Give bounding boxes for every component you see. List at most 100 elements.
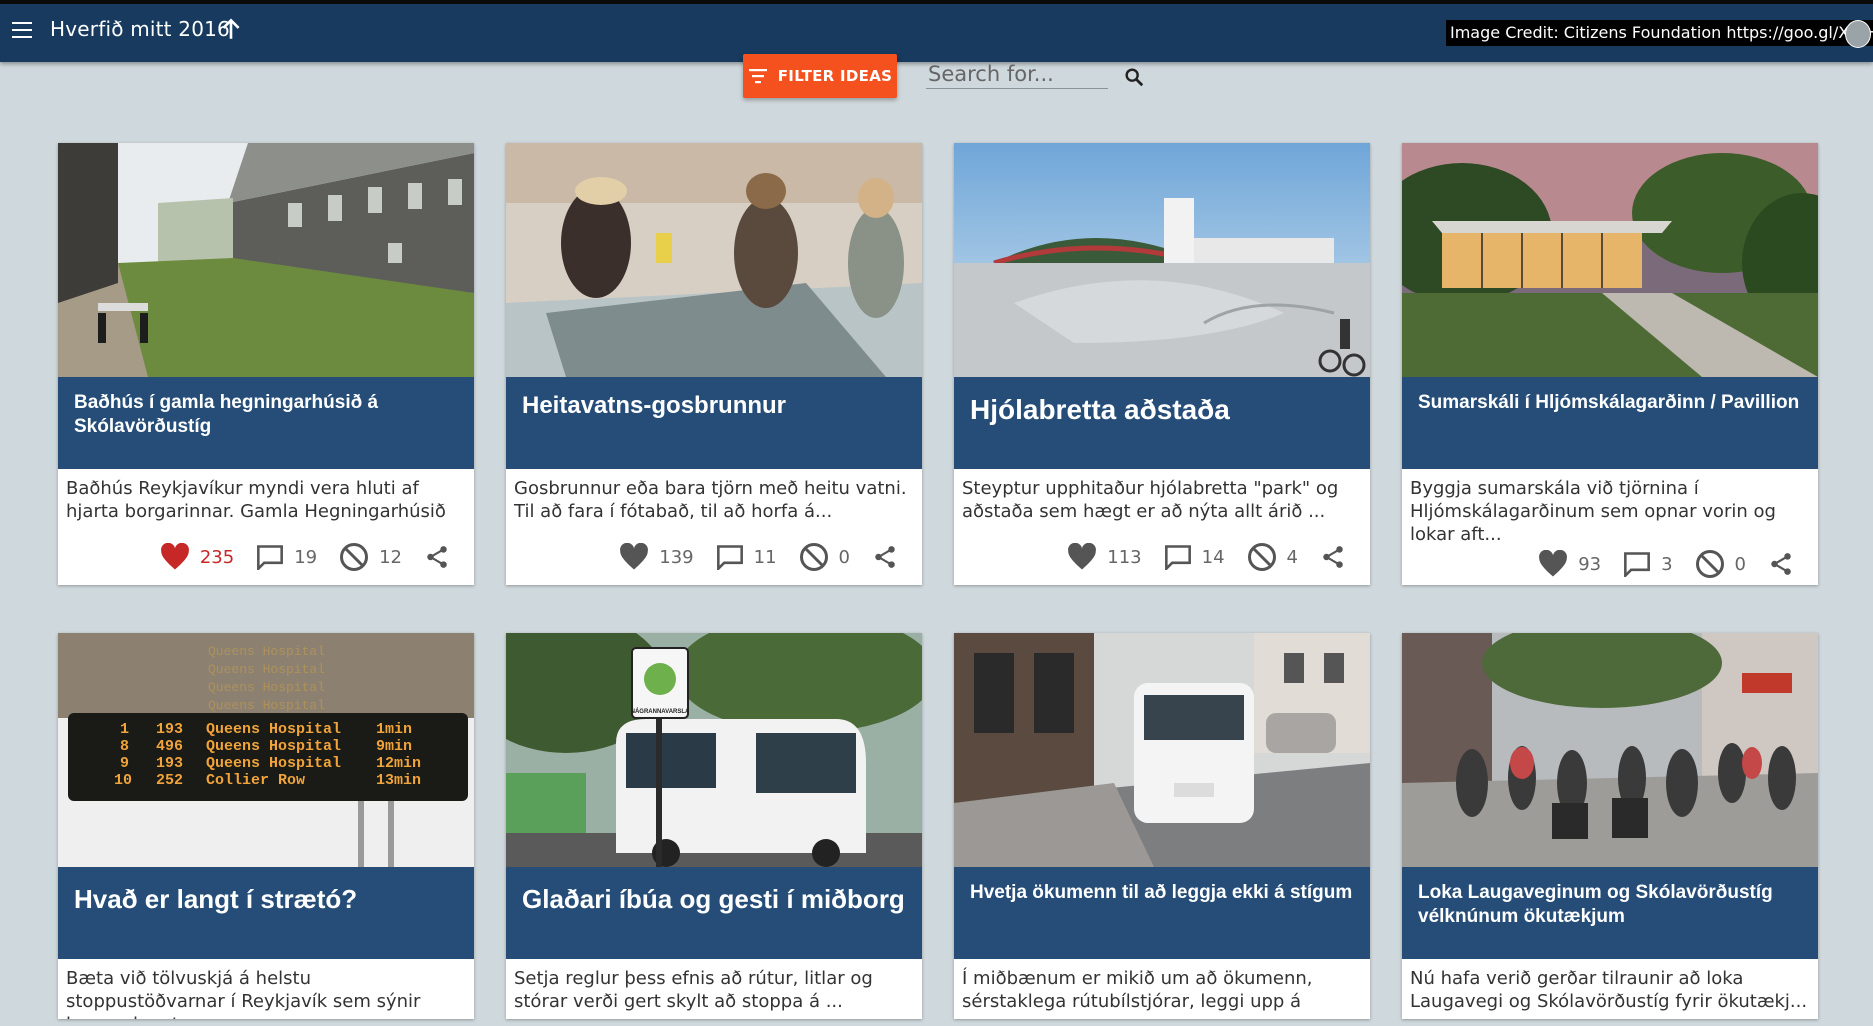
share-icon (875, 546, 895, 568)
menu-icon[interactable] (12, 22, 32, 38)
idea-title: Baðhús í gamla hegningarhúsið á Skólavör… (58, 377, 474, 469)
idea-card[interactable]: Sumarskáli í Hljómskálagarðinn / Pavilli… (1402, 143, 1818, 585)
idea-title: Hvetja ökumenn til að leggja ekki á stíg… (954, 867, 1370, 959)
svg-text:Queens Hospital: Queens Hospital (208, 644, 325, 659)
like-button[interactable]: 93 (1538, 550, 1601, 578)
share-button[interactable] (872, 544, 898, 570)
share-button[interactable] (1768, 551, 1794, 577)
svg-text:Queens Hospital: Queens Hospital (208, 680, 325, 695)
idea-card[interactable]: Loka Laugaveginum og Skólavörðustíg vélk… (1402, 633, 1818, 1019)
idea-card[interactable]: Heitavatns-gosbrunnur Gosbrunnur eða bar… (506, 143, 922, 585)
block-icon (1695, 550, 1724, 578)
idea-title: Hjólabretta aðstaða (954, 377, 1370, 469)
idea-card[interactable]: Queens Hospital Queens Hospital Queens Ho… (58, 633, 474, 1019)
idea-image: Queens Hospital Queens Hospital Queens Ho… (58, 633, 474, 867)
idea-description: Í miðbænum er mikið um að ökumenn, sérst… (962, 968, 1313, 1019)
idea-title: Hvað er langt í strætó? (58, 867, 474, 959)
filter-ideas-button[interactable]: FILTER IDEAS (743, 54, 897, 98)
dislike-button[interactable]: 0 (1695, 549, 1746, 579)
search-field (926, 60, 1112, 89)
bus-row-num: 10 (114, 772, 132, 789)
bus-row-num: 1 (120, 721, 129, 738)
bus-row-dest: Collier Row (206, 772, 305, 789)
like-count: 139 (659, 546, 694, 568)
bus-row-time: 9min (376, 738, 412, 755)
like-button[interactable]: 113 (1067, 543, 1142, 571)
comment-button[interactable]: 3 (1623, 551, 1673, 577)
like-button[interactable]: 235 (160, 543, 234, 571)
dislike-count: 0 (838, 546, 850, 568)
share-icon (1771, 553, 1791, 575)
bus-row-route: 193 (156, 755, 183, 772)
idea-card[interactable]: Baðhús í gamla hegningarhúsið á Skólavör… (58, 143, 474, 585)
idea-image (954, 143, 1370, 377)
comment-count: 11 (753, 546, 777, 568)
idea-actions: 93 3 0 (1402, 543, 1818, 585)
bus-row-time: 13min (376, 772, 421, 789)
comment-button[interactable]: 19 (256, 544, 317, 570)
block-icon (1247, 543, 1276, 571)
idea-title: Sumarskáli í Hljómskálagarðinn / Pavilli… (1402, 377, 1818, 469)
idea-description: Bæta við tölvuskjá á helstu stoppustöðva… (66, 968, 421, 1019)
idea-description: Gosbrunnur eða bara tjörn með heitu vatn… (514, 478, 907, 522)
dislike-button[interactable]: 0 (799, 542, 850, 572)
like-count: 235 (199, 546, 235, 568)
comment-icon (716, 545, 743, 570)
comment-count: 14 (1201, 546, 1225, 568)
idea-title: Glaðari íbúa og gesti í miðborg (506, 867, 922, 959)
app-bar: Hverfið mitt 2016 Image Credit: Citizens… (0, 4, 1873, 62)
idea-description: Baðhús Reykjavíkur myndi vera hluti af h… (66, 478, 446, 529)
idea-description: Nú hafa verið gerðar tilraunir að loka L… (1410, 968, 1808, 1012)
idea-image (58, 143, 474, 377)
search-input[interactable] (926, 60, 1112, 88)
filter-icon (748, 69, 767, 84)
dislike-button[interactable]: 12 (339, 542, 402, 572)
bus-stop-sign-text: NÁGRANNAVARSLA (631, 708, 690, 715)
dislike-count: 0 (1734, 553, 1746, 575)
comment-button[interactable]: 11 (716, 544, 777, 570)
svg-text:Queens Hospital: Queens Hospital (208, 662, 325, 677)
bus-row-dest: Queens Hospital (206, 721, 341, 738)
app-title: Hverfið mitt 2016 (50, 17, 230, 41)
comment-button[interactable]: 14 (1164, 544, 1225, 570)
dislike-button[interactable]: 4 (1247, 542, 1298, 572)
heart-icon (1539, 550, 1568, 577)
idea-image (954, 633, 1370, 867)
idea-card[interactable]: NÁGRANNAVARSLA Glaðari íbúa og gesti í m… (506, 633, 922, 1019)
like-count: 113 (1107, 546, 1142, 568)
bus-row-time: 1min (376, 721, 412, 738)
comment-count: 3 (1661, 553, 1673, 575)
share-icon (427, 546, 447, 568)
bus-row-num: 9 (120, 755, 129, 772)
idea-card[interactable]: Hvetja ökumenn til að leggja ekki á stíg… (954, 633, 1370, 1019)
idea-image: NÁGRANNAVARSLA (506, 633, 922, 867)
heart-icon (160, 543, 189, 570)
comment-icon (1164, 545, 1191, 570)
avatar[interactable] (1845, 20, 1871, 48)
idea-image (1402, 633, 1818, 867)
idea-card[interactable]: Hjólabretta aðstaða Steyptur upphitaður … (954, 143, 1370, 585)
dislike-count: 12 (379, 546, 402, 568)
share-button[interactable] (424, 544, 450, 570)
idea-description: Byggja sumarskála við tjörnina í Hljómsk… (1410, 478, 1776, 543)
like-count: 93 (1578, 553, 1602, 575)
dislike-count: 4 (1286, 546, 1298, 568)
filter-ideas-label: FILTER IDEAS (777, 67, 893, 85)
heart-icon (1068, 543, 1097, 570)
comment-count: 19 (294, 546, 318, 568)
idea-actions: 139 11 0 (506, 529, 922, 585)
heart-icon (620, 543, 649, 570)
svg-text:Queens Hospital: Queens Hospital (208, 698, 325, 713)
block-icon (799, 543, 828, 571)
bus-row-route: 496 (156, 738, 183, 755)
share-button[interactable] (1320, 544, 1346, 570)
idea-actions: 113 14 4 (954, 529, 1370, 585)
like-button[interactable]: 139 (619, 543, 694, 571)
search-icon[interactable] (1123, 66, 1145, 88)
bus-row-dest: Queens Hospital (206, 738, 341, 755)
idea-image (1402, 143, 1818, 377)
idea-description: Steyptur upphitaður hjólabretta "park" o… (962, 478, 1339, 522)
block-icon (340, 543, 369, 571)
comment-icon (257, 545, 284, 570)
arrow-up-icon[interactable] (218, 16, 244, 42)
